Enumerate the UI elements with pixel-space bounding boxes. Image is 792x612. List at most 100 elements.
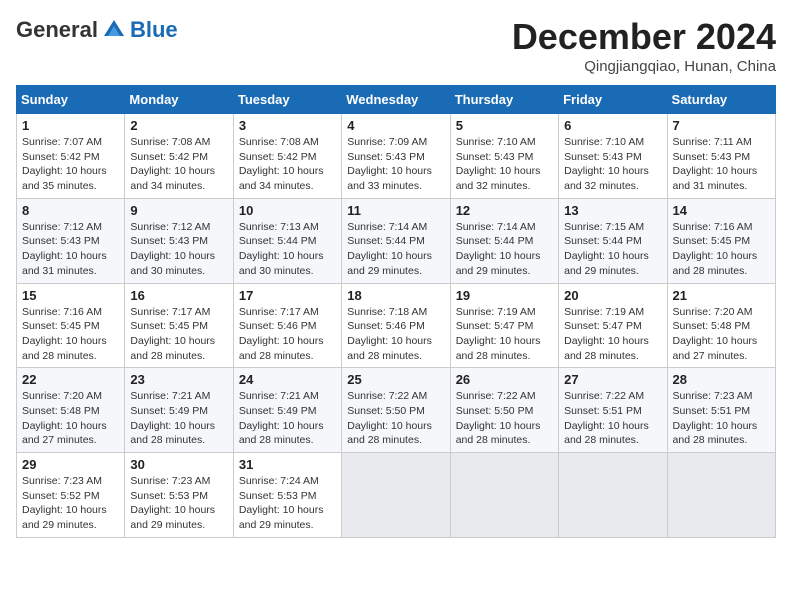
day-number: 6	[564, 118, 661, 133]
calendar-cell: 5 Sunrise: 7:10 AMSunset: 5:43 PMDayligh…	[450, 114, 558, 199]
day-number: 19	[456, 288, 553, 303]
day-info: Sunrise: 7:19 AMSunset: 5:47 PMDaylight:…	[456, 305, 553, 364]
calendar-cell: 18 Sunrise: 7:18 AMSunset: 5:46 PMDaylig…	[342, 283, 450, 368]
calendar-cell: 22 Sunrise: 7:20 AMSunset: 5:48 PMDaylig…	[17, 368, 125, 453]
calendar-cell: 4 Sunrise: 7:09 AMSunset: 5:43 PMDayligh…	[342, 114, 450, 199]
calendar-cell: 28 Sunrise: 7:23 AMSunset: 5:51 PMDaylig…	[667, 368, 775, 453]
day-info: Sunrise: 7:10 AMSunset: 5:43 PMDaylight:…	[564, 135, 661, 194]
col-saturday: Saturday	[667, 86, 775, 114]
title-block: December 2024 Qingjiangqiao, Hunan, Chin…	[512, 16, 776, 75]
calendar-header-row: Sunday Monday Tuesday Wednesday Thursday…	[17, 86, 776, 114]
location: Qingjiangqiao, Hunan, China	[512, 58, 776, 75]
calendar-week-row: 8 Sunrise: 7:12 AMSunset: 5:43 PMDayligh…	[17, 198, 776, 283]
calendar-cell	[667, 453, 775, 538]
day-info: Sunrise: 7:13 AMSunset: 5:44 PMDaylight:…	[239, 220, 336, 279]
day-info: Sunrise: 7:14 AMSunset: 5:44 PMDaylight:…	[456, 220, 553, 279]
day-number: 24	[239, 372, 336, 387]
page-header: General Blue December 2024 Qingjiangqiao…	[16, 16, 776, 75]
day-info: Sunrise: 7:17 AMSunset: 5:45 PMDaylight:…	[130, 305, 227, 364]
day-number: 3	[239, 118, 336, 133]
calendar-cell	[559, 453, 667, 538]
day-number: 21	[673, 288, 770, 303]
calendar-cell: 30 Sunrise: 7:23 AMSunset: 5:53 PMDaylig…	[125, 453, 233, 538]
day-info: Sunrise: 7:21 AMSunset: 5:49 PMDaylight:…	[130, 389, 227, 448]
day-info: Sunrise: 7:11 AMSunset: 5:43 PMDaylight:…	[673, 135, 770, 194]
day-info: Sunrise: 7:16 AMSunset: 5:45 PMDaylight:…	[673, 220, 770, 279]
calendar-cell: 29 Sunrise: 7:23 AMSunset: 5:52 PMDaylig…	[17, 453, 125, 538]
day-info: Sunrise: 7:08 AMSunset: 5:42 PMDaylight:…	[239, 135, 336, 194]
day-info: Sunrise: 7:12 AMSunset: 5:43 PMDaylight:…	[130, 220, 227, 279]
day-number: 22	[22, 372, 119, 387]
day-info: Sunrise: 7:10 AMSunset: 5:43 PMDaylight:…	[456, 135, 553, 194]
calendar-cell: 2 Sunrise: 7:08 AMSunset: 5:42 PMDayligh…	[125, 114, 233, 199]
day-info: Sunrise: 7:20 AMSunset: 5:48 PMDaylight:…	[22, 389, 119, 448]
day-number: 13	[564, 203, 661, 218]
day-info: Sunrise: 7:16 AMSunset: 5:45 PMDaylight:…	[22, 305, 119, 364]
day-number: 20	[564, 288, 661, 303]
day-number: 26	[456, 372, 553, 387]
logo-icon	[100, 16, 128, 44]
day-number: 25	[347, 372, 444, 387]
day-number: 10	[239, 203, 336, 218]
day-number: 16	[130, 288, 227, 303]
logo: General Blue	[16, 16, 178, 44]
col-sunday: Sunday	[17, 86, 125, 114]
col-friday: Friday	[559, 86, 667, 114]
day-number: 15	[22, 288, 119, 303]
calendar-week-row: 29 Sunrise: 7:23 AMSunset: 5:52 PMDaylig…	[17, 453, 776, 538]
calendar-cell: 3 Sunrise: 7:08 AMSunset: 5:42 PMDayligh…	[233, 114, 341, 199]
calendar-cell: 27 Sunrise: 7:22 AMSunset: 5:51 PMDaylig…	[559, 368, 667, 453]
calendar-cell: 1 Sunrise: 7:07 AMSunset: 5:42 PMDayligh…	[17, 114, 125, 199]
day-info: Sunrise: 7:14 AMSunset: 5:44 PMDaylight:…	[347, 220, 444, 279]
day-info: Sunrise: 7:23 AMSunset: 5:51 PMDaylight:…	[673, 389, 770, 448]
month-title: December 2024	[512, 16, 776, 58]
day-number: 12	[456, 203, 553, 218]
day-info: Sunrise: 7:19 AMSunset: 5:47 PMDaylight:…	[564, 305, 661, 364]
calendar-week-row: 1 Sunrise: 7:07 AMSunset: 5:42 PMDayligh…	[17, 114, 776, 199]
day-info: Sunrise: 7:18 AMSunset: 5:46 PMDaylight:…	[347, 305, 444, 364]
day-number: 4	[347, 118, 444, 133]
day-number: 2	[130, 118, 227, 133]
day-info: Sunrise: 7:08 AMSunset: 5:42 PMDaylight:…	[130, 135, 227, 194]
day-info: Sunrise: 7:15 AMSunset: 5:44 PMDaylight:…	[564, 220, 661, 279]
calendar-cell: 16 Sunrise: 7:17 AMSunset: 5:45 PMDaylig…	[125, 283, 233, 368]
day-info: Sunrise: 7:12 AMSunset: 5:43 PMDaylight:…	[22, 220, 119, 279]
day-number: 7	[673, 118, 770, 133]
day-info: Sunrise: 7:24 AMSunset: 5:53 PMDaylight:…	[239, 474, 336, 533]
col-monday: Monday	[125, 86, 233, 114]
col-wednesday: Wednesday	[342, 86, 450, 114]
calendar-week-row: 15 Sunrise: 7:16 AMSunset: 5:45 PMDaylig…	[17, 283, 776, 368]
calendar-cell	[342, 453, 450, 538]
day-info: Sunrise: 7:22 AMSunset: 5:51 PMDaylight:…	[564, 389, 661, 448]
calendar-cell: 23 Sunrise: 7:21 AMSunset: 5:49 PMDaylig…	[125, 368, 233, 453]
logo-blue: Blue	[130, 17, 178, 43]
calendar-cell: 31 Sunrise: 7:24 AMSunset: 5:53 PMDaylig…	[233, 453, 341, 538]
calendar-cell	[450, 453, 558, 538]
calendar-cell: 12 Sunrise: 7:14 AMSunset: 5:44 PMDaylig…	[450, 198, 558, 283]
calendar-cell: 15 Sunrise: 7:16 AMSunset: 5:45 PMDaylig…	[17, 283, 125, 368]
day-info: Sunrise: 7:20 AMSunset: 5:48 PMDaylight:…	[673, 305, 770, 364]
calendar-cell: 19 Sunrise: 7:19 AMSunset: 5:47 PMDaylig…	[450, 283, 558, 368]
day-number: 5	[456, 118, 553, 133]
day-number: 31	[239, 457, 336, 472]
day-info: Sunrise: 7:09 AMSunset: 5:43 PMDaylight:…	[347, 135, 444, 194]
day-number: 11	[347, 203, 444, 218]
day-info: Sunrise: 7:21 AMSunset: 5:49 PMDaylight:…	[239, 389, 336, 448]
calendar-cell: 10 Sunrise: 7:13 AMSunset: 5:44 PMDaylig…	[233, 198, 341, 283]
col-tuesday: Tuesday	[233, 86, 341, 114]
day-number: 14	[673, 203, 770, 218]
day-number: 9	[130, 203, 227, 218]
day-number: 1	[22, 118, 119, 133]
calendar-cell: 21 Sunrise: 7:20 AMSunset: 5:48 PMDaylig…	[667, 283, 775, 368]
calendar-week-row: 22 Sunrise: 7:20 AMSunset: 5:48 PMDaylig…	[17, 368, 776, 453]
day-number: 30	[130, 457, 227, 472]
day-number: 27	[564, 372, 661, 387]
calendar-cell: 24 Sunrise: 7:21 AMSunset: 5:49 PMDaylig…	[233, 368, 341, 453]
calendar-cell: 9 Sunrise: 7:12 AMSunset: 5:43 PMDayligh…	[125, 198, 233, 283]
day-info: Sunrise: 7:23 AMSunset: 5:52 PMDaylight:…	[22, 474, 119, 533]
day-info: Sunrise: 7:17 AMSunset: 5:46 PMDaylight:…	[239, 305, 336, 364]
calendar-table: Sunday Monday Tuesday Wednesday Thursday…	[16, 85, 776, 538]
day-info: Sunrise: 7:07 AMSunset: 5:42 PMDaylight:…	[22, 135, 119, 194]
calendar-cell: 11 Sunrise: 7:14 AMSunset: 5:44 PMDaylig…	[342, 198, 450, 283]
calendar-cell: 6 Sunrise: 7:10 AMSunset: 5:43 PMDayligh…	[559, 114, 667, 199]
